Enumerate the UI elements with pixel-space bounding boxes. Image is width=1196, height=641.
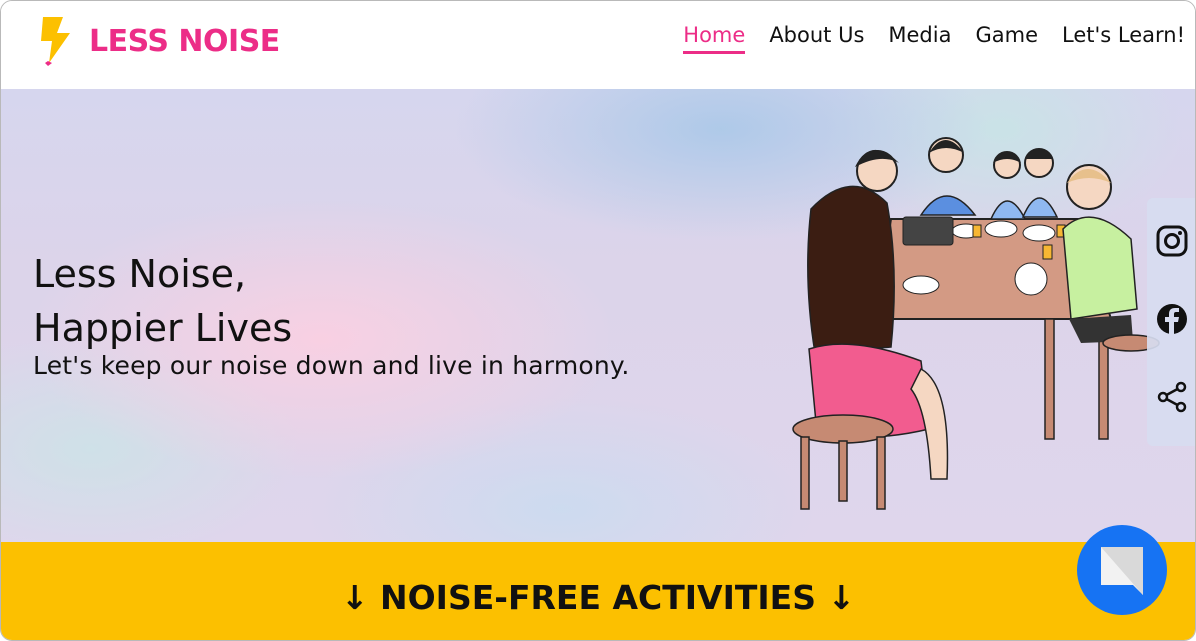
facebook-icon[interactable] [1155, 302, 1189, 336]
site-header: LESS NOISE Home About Us Media Game Let'… [1, 1, 1195, 89]
chat-icon [1101, 547, 1143, 595]
lightning-bolt-icon [41, 17, 70, 66]
hero-subtitle: Let's keep our noise down and live in ha… [33, 351, 630, 380]
nav-media[interactable]: Media [888, 23, 951, 54]
nav-about-us[interactable]: About Us [769, 23, 864, 54]
brand-name: LESS NOISE [89, 23, 280, 59]
hero-title-line-2: Happier Lives [33, 306, 293, 350]
activities-bar: ↓ NOISE-FREE ACTIVITIES ↓ [1, 542, 1195, 640]
social-links [1147, 198, 1195, 446]
hero-title-line-1: Less Noise, [33, 252, 247, 296]
main-nav: Home About Us Media Game Let's Learn! [659, 23, 1185, 54]
instagram-icon[interactable] [1155, 224, 1189, 258]
share-icon[interactable] [1155, 380, 1189, 414]
logo[interactable]: LESS NOISE [37, 15, 280, 67]
nav-home[interactable]: Home [683, 23, 746, 54]
activities-heading[interactable]: ↓ NOISE-FREE ACTIVITIES ↓ [1, 578, 1195, 617]
chat-button[interactable] [1077, 525, 1167, 615]
page-frame: LESS NOISE Home About Us Media Game Let'… [0, 0, 1196, 641]
nav-lets-learn[interactable]: Let's Learn! [1062, 23, 1185, 54]
nav-game[interactable]: Game [975, 23, 1038, 54]
hero-section: Less Noise, Happier Lives Let's keep our… [1, 89, 1195, 542]
hero-title: Less Noise, Happier Lives [33, 247, 292, 355]
family-dinner-illustration [792, 137, 1160, 510]
